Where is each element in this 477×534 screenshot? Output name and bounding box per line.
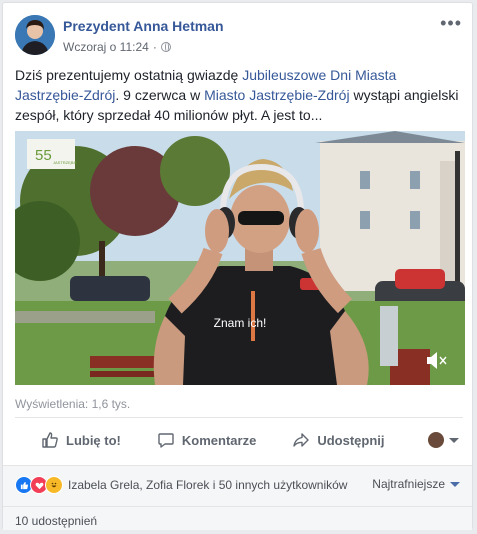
post-author[interactable]: Prezydent Anna Hetman [63, 18, 224, 34]
more-options-button[interactable]: ••• [440, 13, 462, 34]
like-label: Lubię to! [66, 432, 121, 448]
comment-sort-dropdown[interactable]: Najtrafniejsze [372, 477, 460, 491]
sort-label: Najtrafniejsze [372, 477, 445, 491]
post-timestamp[interactable]: Wczoraj o 11:24 [63, 40, 149, 54]
event-logo-text: 55 [35, 147, 52, 164]
thumbs-up-icon [42, 432, 58, 448]
comment-button[interactable]: Komentarze [157, 431, 256, 449]
chevron-down-icon [449, 437, 459, 443]
divider [3, 506, 472, 507]
page-avatar-icon [428, 432, 444, 448]
divider [15, 417, 463, 418]
video-views: Wyświetlenia: 1,6 tys. [15, 397, 131, 411]
post-text: Dziś prezentujemy ostatnią gwiazdę Jubil… [15, 67, 459, 123]
like-button[interactable]: Lubię to! [41, 431, 121, 449]
post-meta: Wczoraj o 11:24 · [63, 40, 171, 54]
video-subtitle: Znam ich! [214, 316, 267, 330]
video-player[interactable]: 55 JASTRZĘBIE Znam ich! [15, 131, 465, 385]
share-arrow-icon [293, 433, 310, 447]
haha-reaction-icon [45, 476, 63, 494]
reactions-bar: Izabela Grela, Zofia Florek i 50 innych … [3, 465, 472, 530]
reactors-text[interactable]: Izabela Grela, Zofia Florek i 50 innych … [68, 478, 347, 492]
chevron-down-icon [450, 481, 460, 487]
link-miasto-jastrzebie[interactable]: Miasto Jastrzębie-Zdrój [204, 87, 350, 103]
comment-icon [158, 433, 174, 448]
dot-separator: · [152, 40, 157, 54]
post-actions: Lubię to! Komentarze Udostępnij [15, 423, 463, 457]
globe-icon [160, 42, 171, 52]
share-label: Udostępnij [317, 432, 385, 448]
video-frame: 55 JASTRZĘBIE Znam ich! [15, 131, 465, 385]
shares-count[interactable]: 10 udostępnień [15, 514, 97, 528]
reaction-summary[interactable]: Izabela Grela, Zofia Florek i 50 innych … [15, 476, 347, 494]
share-button[interactable]: Udostępnij [292, 431, 384, 449]
comment-label: Komentarze [181, 432, 257, 448]
author-avatar[interactable] [15, 15, 55, 55]
event-logo-subtext: JASTRZĘBIE [53, 160, 78, 165]
post-card: Prezydent Anna Hetman Wczoraj o 11:24 · … [2, 2, 473, 530]
post-as-selector[interactable] [428, 432, 459, 448]
